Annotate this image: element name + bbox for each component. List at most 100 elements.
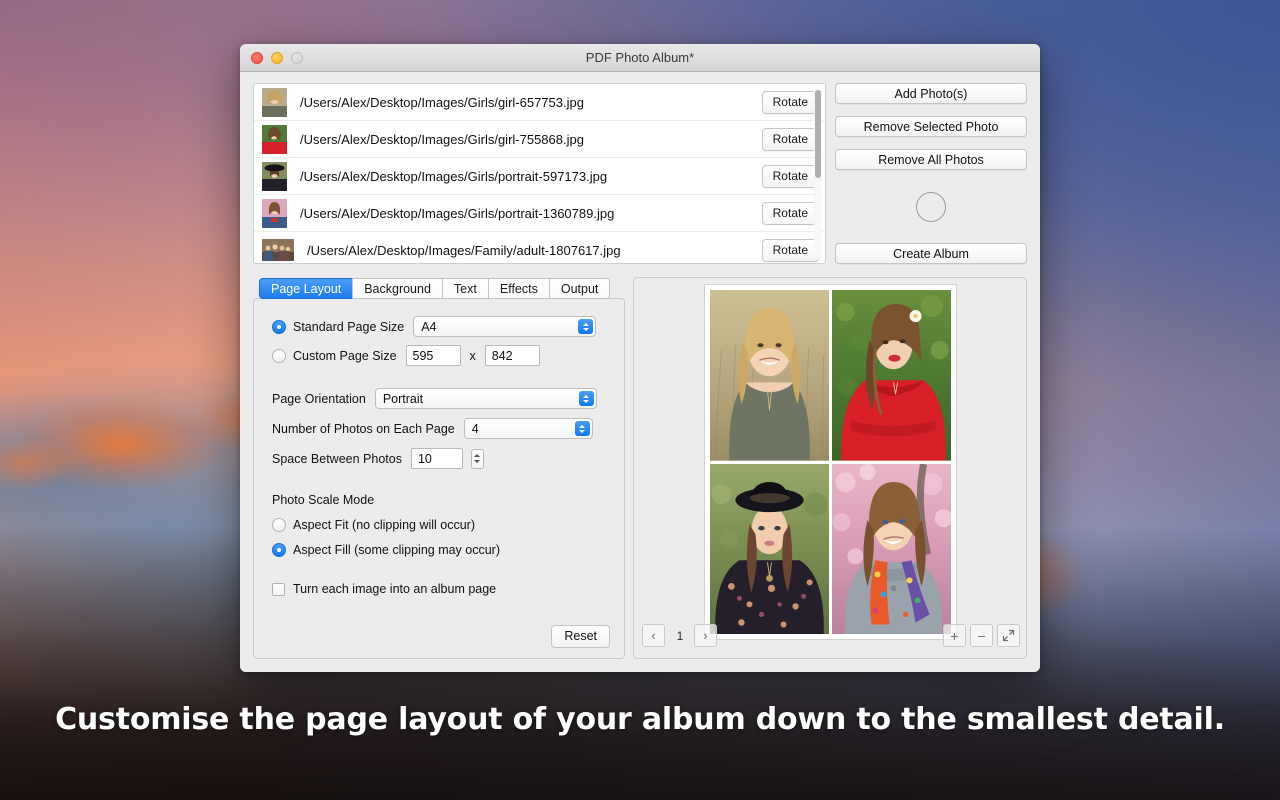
chevron-left-icon: ‹: [651, 629, 655, 642]
top-area: /Users/Alex/Desktop/Images/Girls/girl-65…: [253, 83, 1027, 264]
photos-per-page-label: Number of Photos on Each Page: [272, 422, 455, 436]
zoom-out-button[interactable]: −: [970, 624, 993, 647]
rotate-button[interactable]: Rotate: [762, 202, 819, 225]
photo-thumbnail: [262, 239, 294, 261]
zoom-button: [291, 52, 303, 64]
photo-path: /Users/Alex/Desktop/Images/Girls/girl-65…: [300, 95, 762, 110]
settings-section: Page Layout Background Text Effects Outp…: [253, 277, 625, 659]
plus-icon: +: [950, 628, 958, 644]
photo-thumbnail: [262, 125, 287, 154]
custom-height-input[interactable]: 842: [485, 345, 540, 366]
page-number: 1: [671, 624, 689, 647]
tab-page-layout[interactable]: Page Layout: [259, 278, 352, 299]
remove-selected-photo-button[interactable]: Remove Selected Photo: [835, 116, 1027, 137]
standard-page-size-row: Standard Page Size A4: [272, 316, 608, 337]
table-row[interactable]: /Users/Alex/Desktop/Images/Girls/portrai…: [254, 158, 825, 195]
page-orientation-value: Portrait: [383, 392, 423, 406]
app-window: PDF Photo Album*: [240, 44, 1040, 672]
page-layout-panel: Standard Page Size A4 Custom Pag: [253, 298, 625, 659]
photo-thumbnail: [262, 88, 287, 117]
window-title: PDF Photo Album*: [240, 50, 1040, 65]
chevron-updown-icon: [578, 319, 593, 334]
spacer: [835, 137, 1027, 149]
remove-all-photos-button[interactable]: Remove All Photos: [835, 149, 1027, 170]
window-body: /Users/Alex/Desktop/Images/Girls/girl-65…: [240, 72, 1040, 672]
space-between-photos-stepper[interactable]: [471, 449, 484, 469]
custom-page-size-row: Custom Page Size 595 x 842: [272, 345, 608, 366]
photos-per-page-value: 4: [472, 422, 479, 436]
progress-spinner-icon: [916, 192, 946, 222]
photo-actions-panel: Add Photo(s) Remove Selected Photo Remov…: [835, 83, 1027, 264]
photo-path: /Users/Alex/Desktop/Images/Girls/girl-75…: [300, 132, 762, 147]
each-image-album-page-checkbox[interactable]: [272, 583, 285, 596]
standard-page-size-select[interactable]: A4: [413, 316, 596, 337]
zoom-in-button[interactable]: +: [943, 624, 966, 647]
preview-photo-1: [710, 290, 829, 461]
aspect-fill-row: Aspect Fill (some clipping may occur): [272, 543, 608, 557]
minus-icon: −: [977, 628, 985, 644]
space-between-photos-input[interactable]: 10: [411, 448, 463, 469]
photo-path: /Users/Alex/Desktop/Images/Girls/portrai…: [300, 206, 762, 221]
custom-width-input[interactable]: 595: [406, 345, 461, 366]
photo-path: /Users/Alex/Desktop/Images/Family/adult-…: [307, 243, 762, 258]
window-titlebar: PDF Photo Album*: [240, 44, 1040, 72]
photo-scale-mode-heading: Photo Scale Mode: [272, 493, 608, 507]
tab-output[interactable]: Output: [549, 278, 611, 299]
space-between-photos-label: Space Between Photos: [272, 452, 402, 466]
page-orientation-label: Page Orientation: [272, 392, 366, 406]
aspect-fill-radio[interactable]: [272, 543, 286, 557]
table-row[interactable]: /Users/Alex/Desktop/Images/Girls/girl-65…: [254, 84, 825, 121]
spacer: [835, 104, 1027, 116]
tab-background[interactable]: Background: [352, 278, 442, 299]
preview-photo-4: [832, 464, 951, 635]
close-button[interactable]: [251, 52, 263, 64]
standard-page-size-label: Standard Page Size: [293, 320, 404, 334]
each-image-album-page-label: Turn each image into an album page: [293, 582, 496, 596]
table-row[interactable]: /Users/Alex/Desktop/Images/Girls/portrai…: [254, 195, 825, 232]
standard-page-size-value: A4: [421, 320, 436, 334]
page-orientation-row: Page Orientation Portrait: [272, 388, 608, 409]
page-orientation-select[interactable]: Portrait: [375, 388, 597, 409]
reset-button[interactable]: Reset: [551, 625, 610, 648]
preview-photo-2: [832, 290, 951, 461]
add-photos-button[interactable]: Add Photo(s): [835, 83, 1027, 104]
each-image-album-page-row: Turn each image into an album page: [272, 582, 608, 596]
marketing-caption: Customise the page layout of your album …: [0, 702, 1280, 737]
rotate-button[interactable]: Rotate: [762, 91, 819, 114]
standard-page-size-radio[interactable]: [272, 320, 286, 334]
expand-button[interactable]: [997, 624, 1020, 647]
tab-text[interactable]: Text: [442, 278, 488, 299]
tab-bar: Page Layout Background Text Effects Outp…: [259, 277, 625, 299]
photo-list-scrollbar[interactable]: [814, 88, 822, 259]
size-separator: x: [470, 349, 476, 363]
rotate-button[interactable]: Rotate: [762, 165, 819, 188]
progress-area: [835, 170, 1027, 243]
scrollbar-thumb[interactable]: [815, 90, 821, 178]
rotate-button[interactable]: Rotate: [762, 239, 819, 262]
photo-path: /Users/Alex/Desktop/Images/Girls/portrai…: [300, 169, 762, 184]
photos-per-page-row: Number of Photos on Each Page 4: [272, 418, 608, 439]
chevron-updown-icon: [579, 391, 594, 406]
custom-page-size-radio[interactable]: [272, 349, 286, 363]
preview-page: [705, 285, 956, 639]
chevron-right-icon: ›: [703, 629, 707, 642]
photo-thumbnail: [262, 199, 287, 228]
expand-diagonal-icon: [1002, 629, 1015, 642]
rotate-button[interactable]: Rotate: [762, 128, 819, 151]
aspect-fit-row: Aspect Fit (no clipping will occur): [272, 518, 608, 532]
aspect-fit-radio[interactable]: [272, 518, 286, 532]
next-page-button[interactable]: ›: [694, 624, 717, 647]
minimize-button[interactable]: [271, 52, 283, 64]
table-row[interactable]: /Users/Alex/Desktop/Images/Girls/girl-75…: [254, 121, 825, 158]
tab-effects[interactable]: Effects: [488, 278, 549, 299]
photo-list[interactable]: /Users/Alex/Desktop/Images/Girls/girl-65…: [254, 84, 825, 263]
preview-photo-3: [710, 464, 829, 635]
table-row[interactable]: /Users/Alex/Desktop/Images/Family/adult-…: [254, 232, 825, 263]
custom-page-size-label: Custom Page Size: [293, 349, 397, 363]
aspect-fill-label: Aspect Fill (some clipping may occur): [293, 543, 500, 557]
previous-page-button[interactable]: ‹: [642, 624, 665, 647]
photos-per-page-select[interactable]: 4: [464, 418, 593, 439]
album-preview-pane[interactable]: ‹ 1 › + −: [633, 277, 1027, 659]
aspect-fit-label: Aspect Fit (no clipping will occur): [293, 518, 475, 532]
create-album-button[interactable]: Create Album: [835, 243, 1027, 264]
